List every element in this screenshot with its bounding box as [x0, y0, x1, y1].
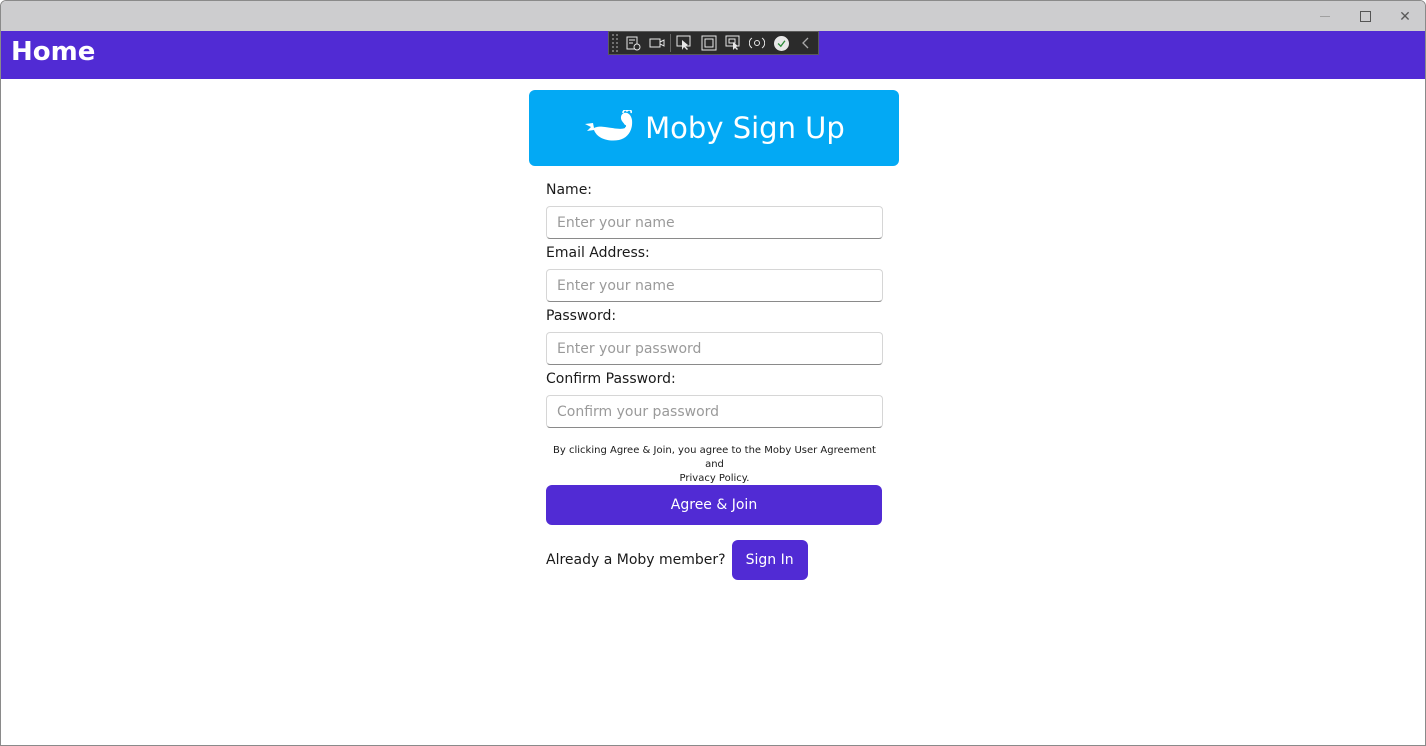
whale-icon: [585, 110, 633, 141]
confirm-password-field[interactable]: [546, 395, 883, 428]
xaml-debug-toolbar: [608, 31, 819, 55]
minimize-button[interactable]: [1305, 1, 1345, 31]
page-title: Home: [11, 37, 96, 67]
name-field[interactable]: [546, 206, 883, 239]
email-field[interactable]: [546, 269, 883, 302]
collapse-icon[interactable]: [794, 32, 818, 54]
record-icon[interactable]: [645, 32, 669, 54]
hot-reload-icon[interactable]: [745, 32, 769, 54]
legal-notice-line-2: Privacy Policy.: [679, 473, 750, 484]
signup-title: Moby Sign Up: [645, 111, 845, 145]
maximize-icon: [1359, 10, 1371, 22]
legal-notice-line-1: By clicking Agree & Join, you agree to t…: [553, 445, 876, 470]
name-label: Name:: [546, 182, 593, 198]
app-window: ✕ Home Moby Sign Up Name: Enter your nam…: [0, 0, 1426, 746]
signin-row: Already a Moby member? Sign In: [546, 540, 808, 580]
checkmark-icon: [774, 35, 790, 51]
close-icon: ✕: [1399, 7, 1411, 24]
minimize-icon: [1320, 15, 1330, 17]
email-label: Email Address:: [546, 245, 650, 261]
password-field[interactable]: [546, 332, 883, 365]
password-label: Password:: [546, 308, 617, 324]
track-focus-icon[interactable]: [721, 32, 745, 54]
agree-join-button[interactable]: Agree & Join: [546, 485, 882, 525]
toolbar-grip-handle[interactable]: [611, 33, 621, 53]
maximize-button[interactable]: [1345, 1, 1385, 31]
confirm-password-label: Confirm Password:: [546, 371, 676, 387]
display-adorners-icon[interactable]: [696, 32, 720, 54]
signin-button[interactable]: Sign In: [731, 540, 808, 580]
live-visual-tree-icon[interactable]: [620, 32, 644, 54]
binding-check-icon[interactable]: [769, 32, 793, 54]
window-titlebar[interactable]: ✕: [1, 1, 1425, 31]
close-button[interactable]: ✕: [1385, 1, 1425, 31]
signin-prompt: Already a Moby member?: [546, 552, 726, 568]
signup-banner: Moby Sign Up: [529, 90, 899, 166]
legal-notice: By clicking Agree & Join, you agree to t…: [546, 444, 883, 486]
toolbar-separator: [670, 34, 671, 52]
select-element-icon[interactable]: [672, 32, 696, 54]
